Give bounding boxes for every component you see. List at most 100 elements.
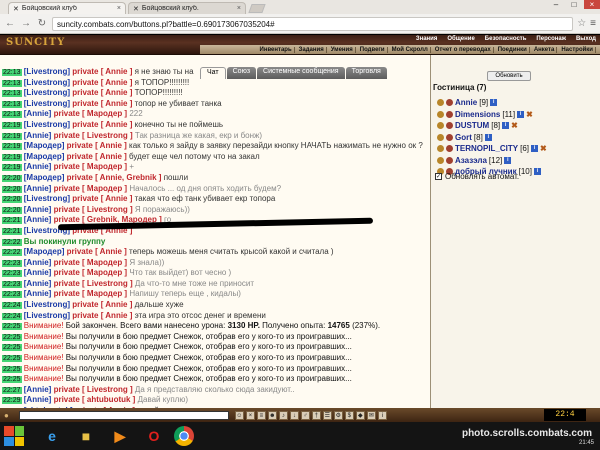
- sword-icon[interactable]: †: [311, 410, 321, 420]
- private-recipients[interactable]: private [ Annie ]: [67, 152, 127, 161]
- submenu-quests[interactable]: Задания: [297, 46, 327, 53]
- menu-knowledge[interactable]: Знания: [416, 36, 438, 42]
- refresh-button[interactable]: Обновить: [487, 71, 531, 81]
- private-recipients[interactable]: private [ Annie ]: [72, 99, 132, 108]
- sender-nick[interactable]: [Livestrong]: [24, 311, 70, 320]
- browser-tab-1[interactable]: ✕ Бойцовский клуб ×: [8, 2, 126, 14]
- info-icon[interactable]: i: [531, 145, 539, 153]
- sender-nick[interactable]: [Livestrong]: [24, 78, 70, 87]
- filter-icon[interactable]: ≡: [256, 410, 266, 420]
- player-name[interactable]: Dimensions: [455, 110, 500, 119]
- sender-nick[interactable]: [Annie]: [24, 162, 52, 171]
- menu-exit[interactable]: Выход: [576, 36, 596, 42]
- sender-nick[interactable]: [Annie]: [24, 279, 52, 288]
- clear-icon[interactable]: ×: [245, 410, 255, 420]
- settings-icon[interactable]: ⚙: [333, 410, 343, 420]
- opera-icon[interactable]: O: [140, 425, 168, 447]
- sender-nick[interactable]: [Мародер]: [24, 173, 65, 182]
- minimize-button[interactable]: –: [548, 0, 564, 9]
- info-icon[interactable]: i: [533, 168, 541, 176]
- submenu-inventory[interactable]: Инвентарь: [258, 46, 295, 53]
- sender-nick[interactable]: [Annie]: [24, 205, 52, 214]
- submenu-transfers[interactable]: Отчет о переводах: [433, 46, 494, 53]
- auto-update-checkbox[interactable]: ✓: [435, 173, 442, 180]
- player-name[interactable]: TERNOPIL_CITY: [455, 144, 518, 153]
- emotes-icon[interactable]: ☻: [267, 410, 277, 420]
- private-recipients[interactable]: private [ Мародер ]: [54, 184, 128, 193]
- player-name[interactable]: DUSTUM: [455, 121, 489, 130]
- forward-icon[interactable]: →: [20, 18, 32, 29]
- menu-communication[interactable]: Общение: [447, 36, 474, 42]
- private-recipients[interactable]: private [ Livestrong ]: [54, 205, 133, 214]
- sender-nick[interactable]: [Livestrong]: [24, 120, 70, 129]
- new-tab-button[interactable]: [248, 4, 266, 13]
- info-icon[interactable]: i: [484, 133, 492, 141]
- info-icon[interactable]: i: [490, 99, 498, 107]
- sender-nick[interactable]: [Livestrong]: [24, 99, 70, 108]
- submenu-scroll[interactable]: Мой Скролл: [390, 46, 431, 53]
- list-icon[interactable]: ☰: [322, 410, 332, 420]
- maximize-button[interactable]: □: [566, 0, 582, 9]
- chat-input[interactable]: [18, 410, 229, 420]
- info-icon[interactable]: i: [377, 410, 387, 420]
- url-input[interactable]: suncity.combats.com/buttons.pl?battle=0.…: [52, 16, 574, 31]
- sender-nick[interactable]: [Мародер]: [24, 247, 65, 256]
- menu-icon[interactable]: ≡: [590, 18, 596, 29]
- internet-explorer-icon[interactable]: e: [38, 425, 66, 447]
- sender-nick[interactable]: [Annie]: [24, 109, 52, 118]
- sender-nick[interactable]: [Livestrong]: [24, 67, 70, 76]
- player-name[interactable]: Gort: [455, 133, 472, 142]
- private-recipients[interactable]: private [ Annie ]: [72, 78, 132, 87]
- private-recipients[interactable]: private [ Livestrong ]: [54, 131, 133, 140]
- submenu-profile[interactable]: Анкета: [532, 46, 558, 53]
- submenu-skills[interactable]: Умения: [329, 46, 356, 53]
- sender-nick[interactable]: [Annie]: [24, 268, 52, 277]
- private-recipients[interactable]: private [ Annie ]: [67, 247, 127, 256]
- private-recipients[interactable]: private [ Мародер ]: [54, 162, 128, 171]
- private-recipients[interactable]: private [ Мародер ]: [54, 109, 128, 118]
- private-recipients[interactable]: private [ Annie ]: [72, 194, 132, 203]
- private-recipients[interactable]: private [ Annie ]: [72, 311, 132, 320]
- info-icon[interactable]: i: [502, 122, 510, 130]
- tab-union[interactable]: Союз: [226, 67, 257, 79]
- private-recipients[interactable]: private [ Annie ]: [72, 300, 132, 309]
- tab-trade[interactable]: Торговля: [345, 67, 387, 79]
- sender-nick[interactable]: [Annie]: [24, 385, 52, 394]
- sender-nick[interactable]: [Livestrong]: [24, 300, 70, 309]
- folder-icon[interactable]: ■: [72, 425, 100, 447]
- info-icon[interactable]: i: [517, 110, 525, 118]
- submenu-fights[interactable]: Поединки: [496, 46, 530, 53]
- sender-nick[interactable]: [Annie]: [24, 395, 52, 404]
- private-recipients[interactable]: private [ Мародер ]: [54, 258, 128, 267]
- menu-character[interactable]: Персонаж: [536, 36, 566, 42]
- private-recipients[interactable]: private [ Мародер ]: [54, 289, 128, 298]
- person-icon[interactable]: ♂: [300, 410, 310, 420]
- back-icon[interactable]: ←: [4, 18, 16, 29]
- submenu-feats[interactable]: Подвеги: [358, 46, 388, 53]
- tab-chat[interactable]: Чат: [200, 67, 226, 79]
- windows-start-icon[interactable]: [4, 426, 24, 446]
- sound-icon[interactable]: ♪: [278, 410, 288, 420]
- chat-mode-icon[interactable]: ●: [4, 411, 9, 420]
- sender-nick[interactable]: [Livestrong]: [24, 194, 70, 203]
- sender-nick[interactable]: [Annie]: [24, 131, 52, 140]
- private-recipients[interactable]: private [ ahtubuotuk ]: [54, 395, 136, 404]
- submenu-settings[interactable]: Настройки: [559, 46, 596, 53]
- private-recipients[interactable]: private [ Annie ]: [67, 141, 127, 150]
- sender-nick[interactable]: [Annie]: [24, 215, 52, 224]
- sender-nick[interactable]: [Annie]: [24, 184, 52, 193]
- close-window-button[interactable]: ×: [584, 0, 600, 9]
- menu-security[interactable]: Безопасность: [485, 36, 527, 42]
- sender-nick[interactable]: [Мародер]: [24, 152, 65, 161]
- private-recipients[interactable]: private [ Annie ]: [72, 67, 132, 76]
- sender-nick[interactable]: [Livestrong]: [24, 88, 70, 97]
- chrome-icon[interactable]: [174, 426, 194, 446]
- info-icon[interactable]: i: [504, 156, 512, 164]
- media-player-icon[interactable]: ▶: [106, 425, 134, 447]
- private-recipients[interactable]: private [ Livestrong ]: [54, 385, 133, 394]
- private-recipients[interactable]: private [ Annie ]: [72, 120, 132, 129]
- mail-icon[interactable]: ✉: [366, 410, 376, 420]
- close-icon[interactable]: ×: [117, 5, 121, 12]
- star-icon[interactable]: ☆: [577, 18, 586, 29]
- trade-icon[interactable]: $: [344, 410, 354, 420]
